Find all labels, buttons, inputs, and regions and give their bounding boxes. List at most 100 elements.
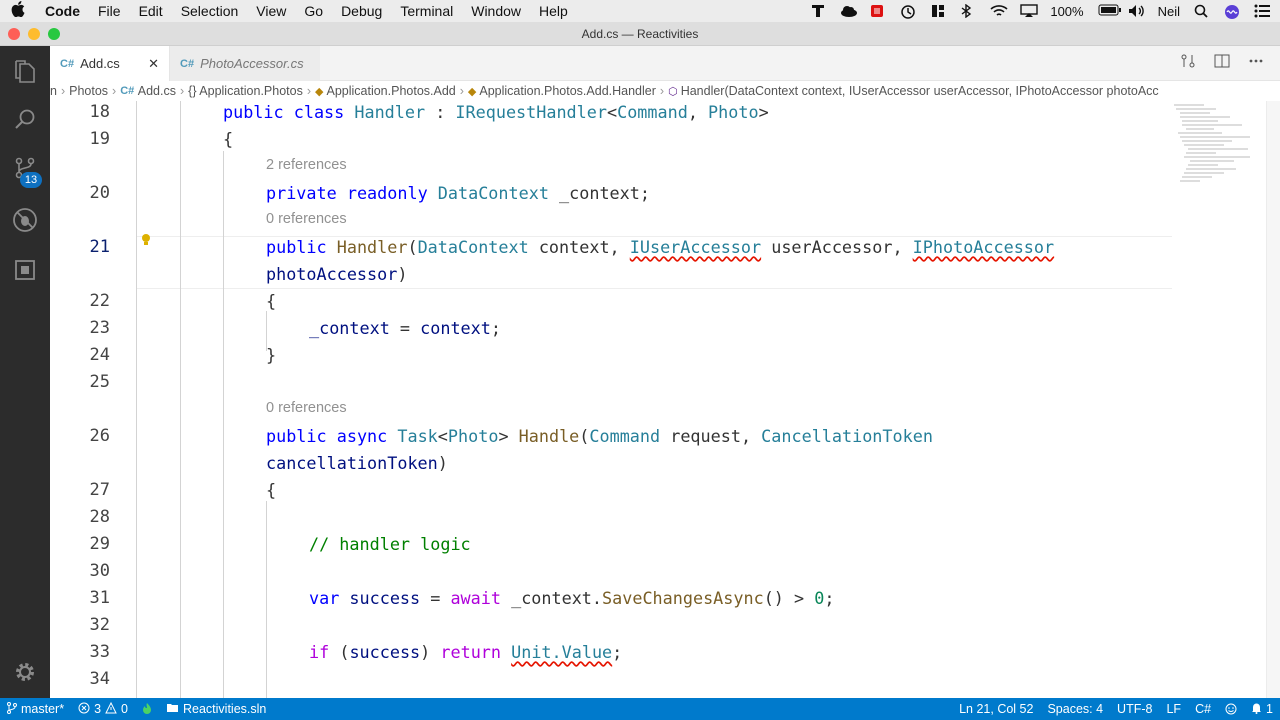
tab-label: PhotoAccessor.cs [200,56,304,71]
lightbulb-icon[interactable] [140,233,152,252]
breadcrumb-file[interactable]: Add.cs [138,84,176,98]
indent-guide [223,151,224,698]
close-window-button[interactable] [8,28,20,40]
class-icon: ◆ [315,85,324,98]
menu-terminal[interactable]: Terminal [391,3,462,19]
problems-indicator[interactable]: 3 0 [71,701,135,717]
close-tab-icon[interactable]: ✕ [148,56,159,72]
line-number: 33 [89,642,110,662]
indentation[interactable]: Spaces: 4 [1040,702,1110,717]
code-line: private readonly DataContext _context; [266,183,650,203]
line-number: 30 [89,561,110,581]
breadcrumb-folder-photos[interactable]: Photos [69,84,108,98]
cursor-position[interactable]: Ln 21, Col 52 [952,702,1040,717]
open-changes-icon[interactable] [1180,53,1196,74]
menu-file[interactable]: File [89,3,130,19]
line-number: 27 [89,480,110,500]
chevron-right-icon: › [459,84,464,98]
solution-selector[interactable]: Reactivities.sln [159,702,273,716]
user-name[interactable]: Neil [1158,4,1180,19]
indent-guide [180,101,181,698]
menu-window[interactable]: Window [462,3,530,19]
explorer-icon[interactable] [0,50,50,94]
search-icon[interactable] [0,98,50,142]
time-machine-icon[interactable] [900,4,916,19]
menu-selection[interactable]: Selection [172,3,248,19]
bluetooth-icon[interactable] [960,3,976,19]
breadcrumb-class-add[interactable]: Application.Photos.Add [326,84,455,98]
tab-photoaccessor-cs[interactable]: C# PhotoAccessor.cs [170,46,320,81]
code-line: { [223,129,234,149]
battery-icon[interactable] [1098,4,1121,18]
language-mode[interactable]: C# [1188,702,1218,717]
chevron-right-icon: › [60,84,66,98]
settings-gear-icon[interactable] [0,650,50,694]
spotlight-search-icon[interactable] [1194,4,1210,18]
breadcrumb-method[interactable]: Handler(DataContext context, IUserAccess… [681,84,1159,98]
menu-go[interactable]: Go [295,3,332,19]
folder-icon [166,702,179,716]
split-editor-icon[interactable] [1214,53,1230,74]
breadcrumb-lead[interactable]: n [50,84,57,98]
line-number: 18 [89,102,110,122]
git-branch-icon [7,701,17,717]
code-line: _context = context; [309,318,501,338]
codelens-references[interactable]: 0 references [266,400,347,416]
zoom-window-button[interactable] [48,28,60,40]
recorder-icon[interactable] [870,4,886,18]
activity-bar: 13 [0,46,50,698]
code-comment: // handler logic [309,534,471,554]
line-number: 20 [89,183,110,203]
feedback-icon[interactable] [1218,702,1244,717]
tab-label: Add.cs [80,56,120,71]
extensions-icon[interactable] [0,248,50,292]
git-branch[interactable]: master* [0,701,71,717]
csharp-file-icon: C# [60,57,75,70]
code-editor[interactable]: 18 19 20 21 22 23 24 25 26 27 28 29 30 3… [50,101,1280,698]
omnisharp-status[interactable] [135,702,159,717]
cloud-icon[interactable] [840,4,858,18]
minimize-window-button[interactable] [28,28,40,40]
menu-edit[interactable]: Edit [130,3,172,19]
status-bar: master* 3 0 Reactivities.sln Ln 21, Col … [0,698,1280,720]
end-of-line[interactable]: LF [1159,702,1188,717]
codelens-references[interactable]: 2 references [266,157,347,173]
vertical-scrollbar[interactable] [1266,101,1280,698]
breadcrumb-namespace[interactable]: {} Application.Photos [188,84,303,98]
notifications[interactable]: 1 [1244,702,1280,717]
line-number: 31 [89,588,110,608]
warning-icon [105,701,117,717]
menu-view[interactable]: View [247,3,295,19]
editor-tab-bar: C# Add.cs ✕ C# PhotoAccessor.cs [50,46,1280,81]
code-line: if (success) return Unit.Value; [309,642,623,662]
encoding[interactable]: UTF-8 [1110,702,1159,717]
airplay-icon[interactable] [1020,4,1039,18]
codelens-references[interactable]: 0 references [266,211,347,227]
menu-debug[interactable]: Debug [332,3,391,19]
text-icon[interactable] [810,4,826,18]
menu-app-code[interactable]: Code [36,3,89,19]
code-line: { [266,291,277,311]
code-line: } [266,345,277,365]
breadcrumb-class-handler[interactable]: Application.Photos.Add.Handler [479,84,656,98]
wifi-icon[interactable] [990,4,1008,18]
debug-icon[interactable] [0,198,50,242]
line-number: 26 [89,426,110,446]
apple-icon[interactable] [0,1,36,21]
menu-help[interactable]: Help [530,3,577,19]
error-count: 3 [94,702,102,716]
macos-menu-bar: Code File Edit Selection View Go Debug T… [0,0,1280,22]
solution-label: Reactivities.sln [182,702,267,716]
notification-center-icon[interactable] [1254,4,1270,18]
minimap[interactable] [1170,101,1260,191]
magnet-icon[interactable] [930,4,946,18]
tab-add-cs[interactable]: C# Add.cs ✕ [50,46,170,81]
code-line-wrapped: cancellationToken) [266,453,448,473]
volume-icon[interactable] [1128,4,1144,18]
window-title: Add.cs — Reactivities [581,26,699,41]
code-line-current: public Handler(DataContext context, IUse… [266,237,1055,257]
line-number: 25 [89,372,110,392]
more-actions-icon[interactable] [1248,53,1264,74]
line-number: 28 [89,507,110,527]
siri-icon[interactable] [1224,4,1240,19]
